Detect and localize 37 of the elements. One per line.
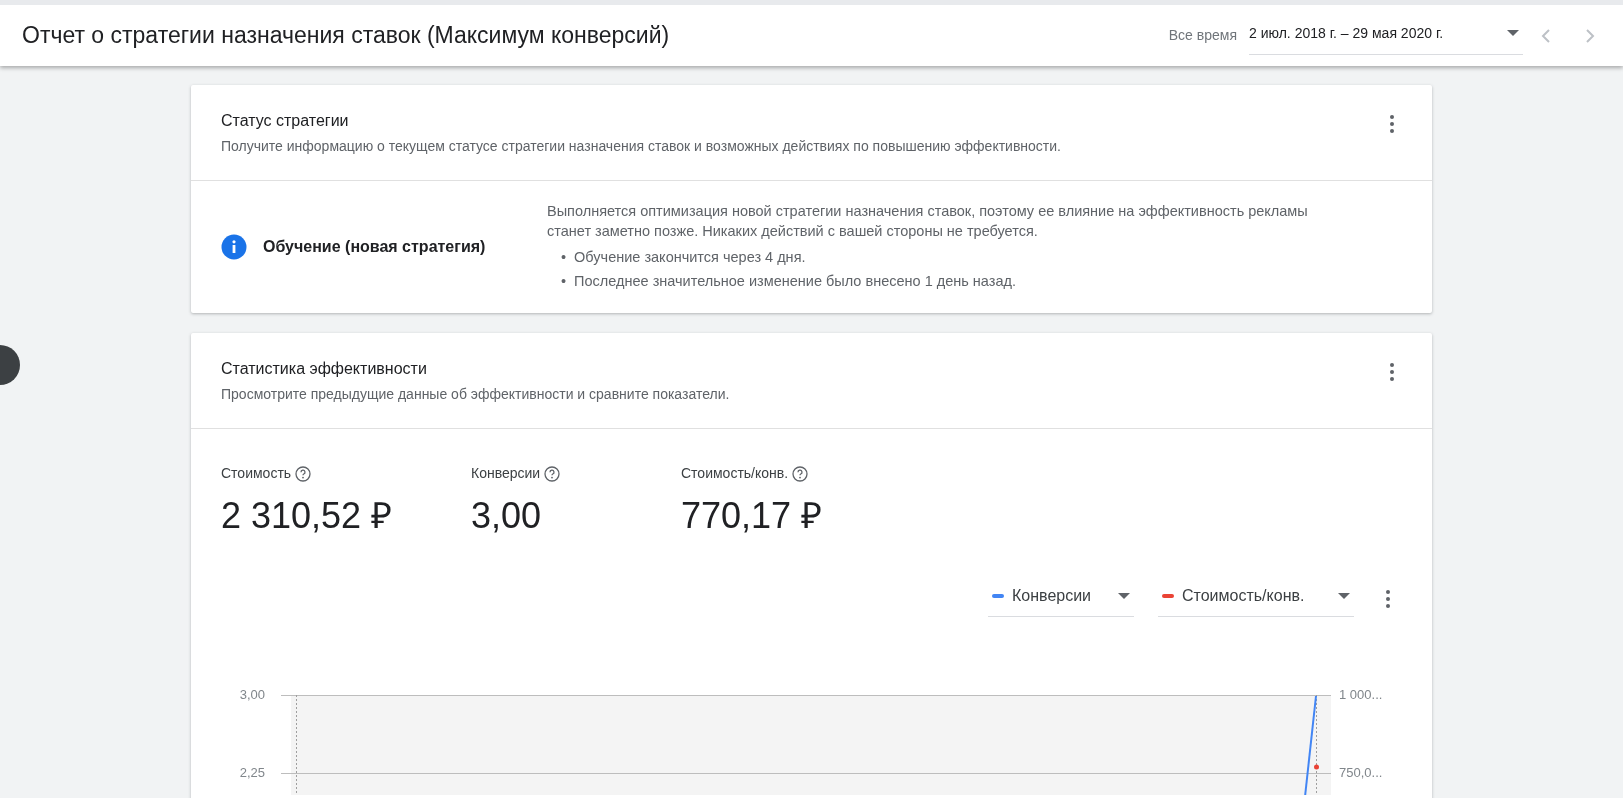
chevron-left-icon — [1541, 29, 1550, 44]
chevron-right-icon — [1586, 29, 1595, 44]
date-range-dropdown[interactable]: 2 июл. 2018 г. – 29 мая 2020 г. — [1249, 16, 1523, 55]
status-description: Выполняется оптимизация новой стратегии назначения ставок, поэтому ее влияние на эффективность рекламы станет заметно позже. Никаких действий с вашей стороны не требуется. — [547, 202, 1309, 242]
card-title: Статус стратегии — [221, 111, 350, 131]
more-icon — [1390, 115, 1394, 134]
metric-value: 770,17 ₽ — [681, 494, 824, 538]
axis-tick-label: 750,0... — [1339, 764, 1383, 781]
series-dropdown[interactable]: Конверсии — [988, 579, 1134, 617]
bullet-marker: • — [561, 272, 567, 292]
axis-tick-label: 1 000... — [1339, 686, 1383, 703]
info-icon — [221, 234, 247, 261]
help-icon[interactable] — [792, 465, 809, 482]
metric-label: Конверсии — [471, 464, 541, 484]
help-icon[interactable] — [544, 465, 561, 482]
metric-value: 3,00 — [471, 494, 543, 538]
page-title: Отчет о стратегии назначения ставок (Максимум конверсий) — [22, 21, 670, 50]
bullet-marker: • — [561, 248, 567, 268]
help-icon[interactable] — [295, 465, 312, 482]
status-name: Обучение (новая стратегия) — [263, 237, 487, 258]
status-bullet: Последнее значительное изменение было внесено 1 день назад. — [574, 272, 1016, 292]
card-subtitle: Получите информацию о текущем статусе стратегии назначения ставок и возможных действиях по повышению эффективности. — [221, 137, 1061, 157]
card-subtitle: Просмотрите предыдущие данные об эффективности и сравните показатели. — [221, 385, 730, 405]
caret-icon — [1118, 592, 1130, 599]
status-bullet: Обучение закончится через 4 дня. — [574, 248, 806, 268]
axis-tick-label: 2,25 — [239, 764, 265, 781]
metric-value: 2 310,52 ₽ — [221, 494, 394, 538]
range-label: Все время — [1168, 26, 1237, 45]
axis-tick-label: 3,00 — [239, 686, 265, 703]
caret-icon — [1338, 592, 1350, 599]
more-icon — [1390, 363, 1394, 382]
metric-label: Стоимость/конв. — [681, 464, 789, 484]
more-icon — [1386, 589, 1390, 608]
series-dropdown[interactable]: Стоимость/конв. — [1158, 579, 1354, 617]
metric-label: Стоимость — [221, 464, 292, 484]
caret-icon — [1507, 30, 1519, 36]
card-title: Статистика эффективности — [221, 359, 428, 379]
